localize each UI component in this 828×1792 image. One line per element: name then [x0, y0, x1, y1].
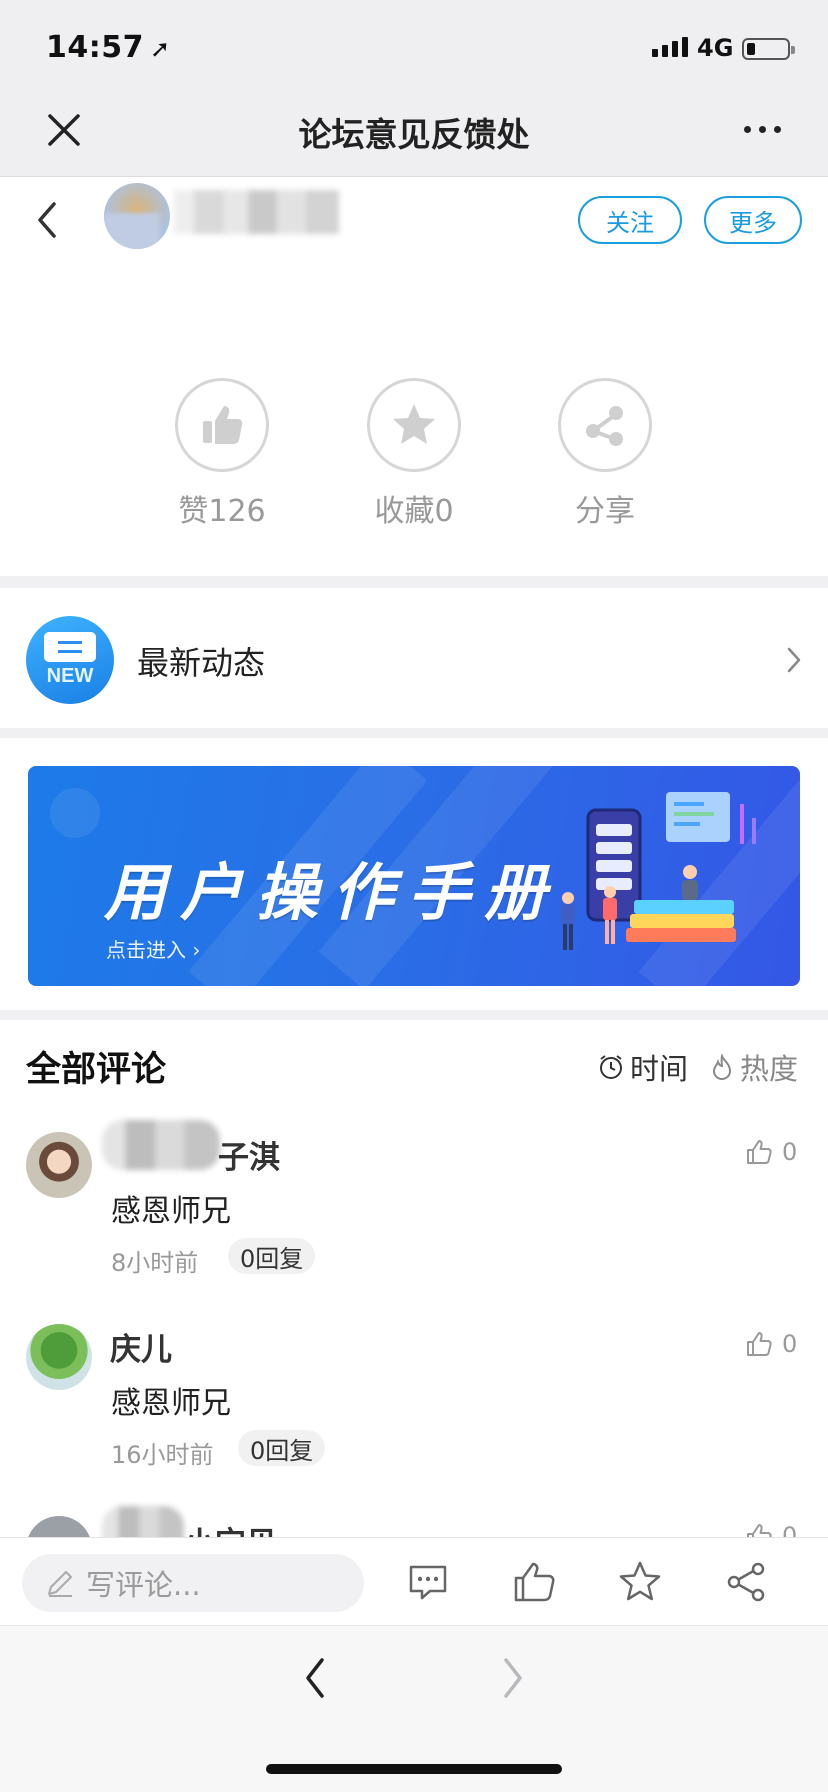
comment-text: 感恩师兄: [111, 1194, 231, 1229]
like-action[interactable]: 赞126: [175, 378, 269, 530]
home-indicator[interactable]: [266, 1764, 562, 1774]
commenter-name-blurred: [102, 1506, 184, 1537]
network-type: 4G: [697, 34, 734, 62]
manual-illustration: [561, 792, 756, 950]
commenter-avatar[interactable]: [26, 1324, 92, 1390]
status-time: 14:57 ➚: [46, 30, 171, 65]
chevron-right-icon[interactable]: [786, 646, 802, 674]
more-options-icon[interactable]: [744, 126, 781, 133]
more-button[interactable]: 更多: [704, 196, 802, 244]
divider: [0, 728, 828, 738]
commenter-name[interactable]: 子淇: [218, 1132, 280, 1177]
location-arrow-icon: ➚: [150, 35, 171, 63]
comment-time: 8小时前: [111, 1249, 199, 1277]
status-time-text: 14:57: [46, 30, 144, 65]
thumbs-up-icon: [747, 1140, 772, 1164]
banner-subtitle: 点击进入 ›: [106, 938, 201, 962]
comment-time: 16小时前: [111, 1441, 214, 1469]
top-bar: 14:57 ➚ 4G 论坛意见反馈处: [0, 0, 828, 177]
favorite-count: 收藏0: [374, 494, 454, 529]
thumbs-up-icon: [203, 406, 243, 444]
reply-count[interactable]: 0回复: [238, 1430, 326, 1466]
comment-like[interactable]: 0: [746, 1522, 797, 1537]
sort-by-time[interactable]: 时间: [598, 1046, 688, 1088]
flame-icon: [712, 1054, 732, 1080]
reply-count[interactable]: 0回复: [228, 1238, 316, 1274]
write-comment-input[interactable]: 写评论...: [22, 1554, 364, 1612]
author-avatar[interactable]: [104, 183, 170, 249]
user-manual-banner[interactable]: 用户操作手册 点击进入 ›: [28, 766, 800, 986]
sort-time-label: 时间: [630, 1052, 689, 1086]
comment-like[interactable]: 0: [746, 1138, 797, 1166]
write-comment-placeholder: 写评论...: [86, 1568, 201, 1602]
like-count: 赞126: [178, 494, 266, 529]
sort-by-popularity[interactable]: 热度: [710, 1046, 798, 1088]
like-circle[interactable]: [175, 378, 269, 472]
back-icon[interactable]: [32, 200, 62, 240]
news-icon-text: NEW: [46, 665, 94, 687]
commenter-name[interactable]: 庆儿: [110, 1324, 172, 1369]
signal-icon: [652, 37, 688, 57]
commenter-avatar[interactable]: [26, 1132, 92, 1198]
comment-icon[interactable]: [406, 1560, 450, 1604]
banner-title: 用户操作手册: [104, 856, 561, 929]
share-label: 分享: [575, 494, 635, 529]
share-icon: [586, 406, 623, 446]
star-icon[interactable]: [618, 1560, 662, 1604]
news-icon[interactable]: NEW: [26, 616, 114, 704]
browser-back-icon[interactable]: [300, 1656, 330, 1700]
commenter-avatar[interactable]: [26, 1516, 92, 1537]
battery-icon: [742, 38, 795, 60]
favorite-action[interactable]: 收藏0: [367, 378, 461, 530]
comments-title: 全部评论: [26, 1050, 167, 1090]
comment-like[interactable]: 0: [746, 1330, 797, 1358]
comment-toolbar: 写评论...: [0, 1537, 828, 1625]
commenter-name-blurred: [102, 1120, 220, 1170]
divider: [0, 576, 828, 588]
share-icon[interactable]: [724, 1560, 768, 1604]
comment-like-count: 0: [782, 1330, 798, 1358]
page-title: 论坛意见反馈处: [298, 115, 530, 154]
latest-news-label[interactable]: 最新动态: [137, 638, 265, 684]
sort-hot-label: 热度: [740, 1052, 799, 1086]
thumbs-up-icon: [747, 1524, 772, 1537]
browser-forward-icon[interactable]: [498, 1656, 528, 1700]
thumbs-up-icon: [747, 1332, 772, 1356]
author-name-blurred[interactable]: [174, 190, 339, 234]
clock-icon: [600, 1055, 622, 1079]
comment-like-count: 0: [782, 1522, 798, 1537]
share-action[interactable]: 分享: [558, 378, 652, 530]
favorite-circle[interactable]: [367, 378, 461, 472]
star-icon: [393, 404, 435, 444]
comment-like-count: 0: [782, 1138, 798, 1166]
thumbs-up-icon[interactable]: [512, 1560, 556, 1604]
comment-partial: 小宝贝 0: [0, 1500, 828, 1537]
follow-button[interactable]: 关注: [578, 196, 682, 244]
share-circle[interactable]: [558, 378, 652, 472]
commenter-name[interactable]: 小宝贝: [184, 1518, 277, 1537]
pencil-icon: [48, 1571, 72, 1597]
comment-text: 感恩师兄: [111, 1386, 231, 1421]
divider: [0, 1010, 828, 1020]
